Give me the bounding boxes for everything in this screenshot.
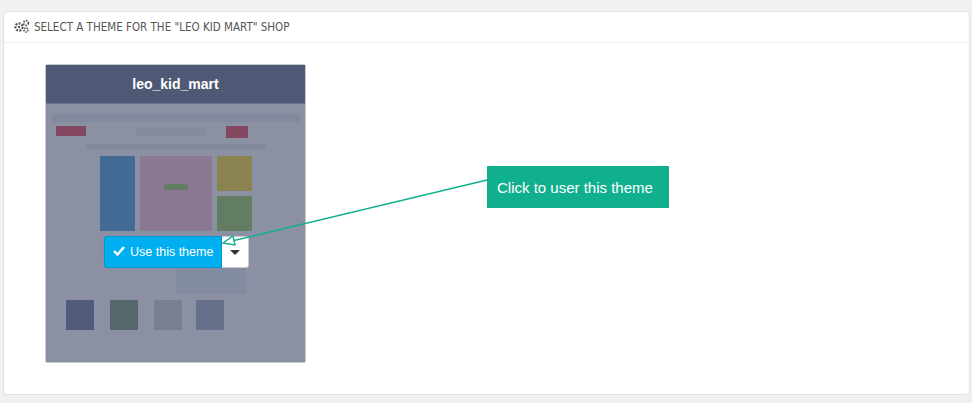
theme-card: leo_kid_mart Use this theme bbox=[45, 64, 306, 363]
theme-name: leo_kid_mart bbox=[46, 65, 305, 104]
use-theme-group: Use this theme bbox=[104, 236, 249, 268]
preview-overlay bbox=[46, 104, 305, 362]
check-icon bbox=[113, 245, 125, 259]
tooltip-callout: Click to user this theme bbox=[487, 166, 669, 208]
panel-title: SELECT A THEME FOR THE "LEO KID MART" SH… bbox=[34, 20, 289, 34]
use-theme-label: Use this theme bbox=[130, 245, 213, 259]
use-theme-button[interactable]: Use this theme bbox=[104, 236, 222, 268]
caret-icon bbox=[230, 250, 240, 255]
theme-preview: Use this theme bbox=[46, 104, 305, 362]
panel-header: SELECT A THEME FOR THE "LEO KID MART" SH… bbox=[4, 12, 969, 43]
options-dropdown[interactable] bbox=[222, 236, 249, 268]
gears-icon bbox=[14, 19, 30, 36]
callout-arrow bbox=[0, 0, 972, 403]
